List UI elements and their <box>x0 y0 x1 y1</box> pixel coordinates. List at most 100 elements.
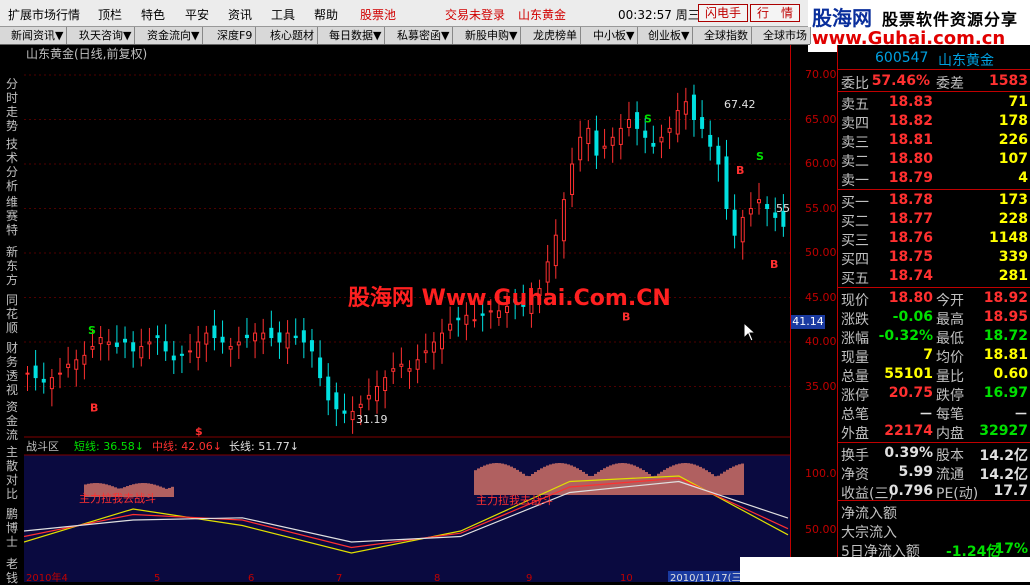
candle-body <box>683 101 688 115</box>
menu-item-help[interactable]: 帮助 <box>314 6 338 23</box>
stat-value-1: -0.06 <box>892 309 933 325</box>
status-bar <box>740 557 1030 582</box>
quote-button[interactable]: 行 情 <box>750 4 801 22</box>
indicator-bar <box>525 475 528 495</box>
stock-name: 山东黄金 <box>938 53 994 69</box>
stat-label-2: 均价 <box>936 350 964 366</box>
left-tab-weisaite[interactable]: 维赛特 <box>4 195 20 237</box>
sep <box>838 500 1030 501</box>
menu-item-tools[interactable]: 工具 <box>271 6 295 23</box>
level-price: 18.78 <box>888 192 933 208</box>
indicator-bar <box>495 463 498 495</box>
order-level-row[interactable]: 卖五 18.83 71 <box>838 93 1030 113</box>
candle-body <box>431 341 436 353</box>
date-tick: 9 <box>526 573 532 582</box>
high-label: 67.42 <box>724 98 756 111</box>
indicator-bar <box>642 470 645 495</box>
tab-private-letter[interactable]: 私募密函▼ <box>394 27 454 44</box>
level-volume: 107 <box>998 151 1028 167</box>
tab-dragon-tiger[interactable]: 龙虎榜单 <box>530 27 581 44</box>
menu-item-news[interactable]: 资讯 <box>228 6 252 23</box>
left-tab-intraday[interactable]: 分时走势 <box>4 77 20 133</box>
indicator-bar <box>489 463 492 495</box>
tab-news[interactable]: 新闻资讯▼ <box>8 27 68 44</box>
order-level-row[interactable]: 买二 18.77 228 <box>838 210 1030 230</box>
stock-pool-button[interactable]: 股票池 <box>360 6 396 23</box>
order-level-row[interactable]: 买五 18.74 281 <box>838 267 1030 287</box>
order-level-row[interactable]: 卖一 18.79 4 <box>838 169 1030 189</box>
stat-label-2: 流通 <box>936 467 964 483</box>
level-volume: 178 <box>998 113 1028 129</box>
indicator-bar <box>567 464 570 495</box>
order-level-row[interactable]: 卖四 18.82 178 <box>838 112 1030 132</box>
flow-pct-3: -17% <box>988 541 1028 557</box>
login-status[interactable]: 交易未登录 <box>445 6 505 23</box>
left-tab-capital[interactable]: 资金流 <box>4 400 20 442</box>
candle-body <box>196 341 201 358</box>
logo-tagline: 股票软件资源分享 <box>882 10 1019 29</box>
left-tab-technical[interactable]: 技术分析 <box>4 137 20 193</box>
candle-body <box>635 112 640 129</box>
logo-name: 股海网 <box>812 6 872 30</box>
tab-capital-flow[interactable]: 资金流向▼ <box>144 27 204 44</box>
order-level-row[interactable]: 买四 18.75 339 <box>838 248 1030 268</box>
candle-body <box>667 127 672 133</box>
candle-body <box>374 386 379 402</box>
tab-global-index[interactable]: 全球指数 <box>701 27 752 44</box>
current-stock-name: 山东黄金 <box>518 8 567 22</box>
tab-global-market[interactable]: 全球市场 <box>760 27 811 44</box>
left-tab-finance[interactable]: 财务透视 <box>4 341 20 397</box>
tab-gem-board[interactable]: 创业板▼ <box>645 27 694 44</box>
indicator-bar <box>498 463 501 495</box>
y-tick-50: 50.00 <box>805 246 837 259</box>
indicator-bar <box>600 469 603 495</box>
indicator-bar <box>558 463 561 495</box>
candle-body <box>261 332 266 340</box>
indicator-bar <box>693 464 696 495</box>
date-tick: 6 <box>248 573 254 582</box>
order-level-row[interactable]: 买三 18.76 1148 <box>838 229 1030 249</box>
candle-body <box>366 394 371 400</box>
menu-item-topbar[interactable]: 顶栏 <box>98 6 122 23</box>
stat-value-1: 5.99 <box>898 464 933 480</box>
stat-value-1: -0.32% <box>878 328 933 344</box>
indicator-bar <box>543 466 546 495</box>
tab-sme-board[interactable]: 中小板▼ <box>590 27 639 44</box>
stat-value-1: 18.80 <box>888 290 933 306</box>
candle-body <box>748 208 753 215</box>
left-tab-tonghuashun[interactable]: 同花顺 <box>4 293 20 335</box>
candle-body <box>188 350 193 353</box>
quote-panel: 600547 山东黄金 委比 57.46% 委差 1583 卖五 18.83 71 卖… <box>837 45 1030 582</box>
menu-item-features[interactable]: 特色 <box>141 6 165 23</box>
y-tick-45: 45.00 <box>805 291 837 304</box>
menu-item-pingan[interactable]: 平安 <box>185 6 209 23</box>
order-level-row[interactable]: 卖二 18.80 107 <box>838 150 1030 170</box>
candle-body <box>399 363 404 367</box>
flash-order-button[interactable]: 闪电手 <box>698 4 749 22</box>
tab-ipo[interactable]: 新股申购▼ <box>462 27 522 44</box>
stat-label-2: 内盘 <box>936 426 964 442</box>
indicator-bar <box>564 463 567 495</box>
candle-body <box>472 319 477 322</box>
left-tab-laoqian[interactable]: 老钱 <box>4 557 20 585</box>
order-level-row[interactable]: 卖三 18.81 226 <box>838 131 1030 151</box>
indicator-bar <box>162 487 165 497</box>
candle-body <box>131 342 136 352</box>
tab-core-theme[interactable]: 核心题材 <box>267 27 318 44</box>
sep <box>838 442 1030 443</box>
order-level-row[interactable]: 买一 18.78 173 <box>838 191 1030 211</box>
left-tab-pengboshi[interactable]: 鹏博士 <box>4 507 20 549</box>
candle-body <box>350 410 355 421</box>
kline-chart[interactable]: BSBSBSB$ 山东黄金(日线,前复权) 67.42 31.19 55 战斗区… <box>24 45 790 582</box>
left-tab-main-vs-retail[interactable]: 主散对比 <box>4 445 20 501</box>
left-tab-xindongfang[interactable]: 新东方 <box>4 245 20 287</box>
tab-daily-data[interactable]: 每日数据▼ <box>326 27 386 44</box>
tab-depth-f9[interactable]: 深度F9 <box>214 27 257 44</box>
menu-item-extended-market[interactable]: 扩展市场行情 <box>8 6 80 23</box>
indicator-bar <box>486 464 489 495</box>
tab-jiutian[interactable]: 玖天咨询▼ <box>76 27 136 44</box>
indicator-bar <box>720 473 723 495</box>
indicator-name: 战斗区 <box>26 440 59 453</box>
candle-body <box>33 365 38 379</box>
right-edge-label: 55 <box>776 202 790 215</box>
